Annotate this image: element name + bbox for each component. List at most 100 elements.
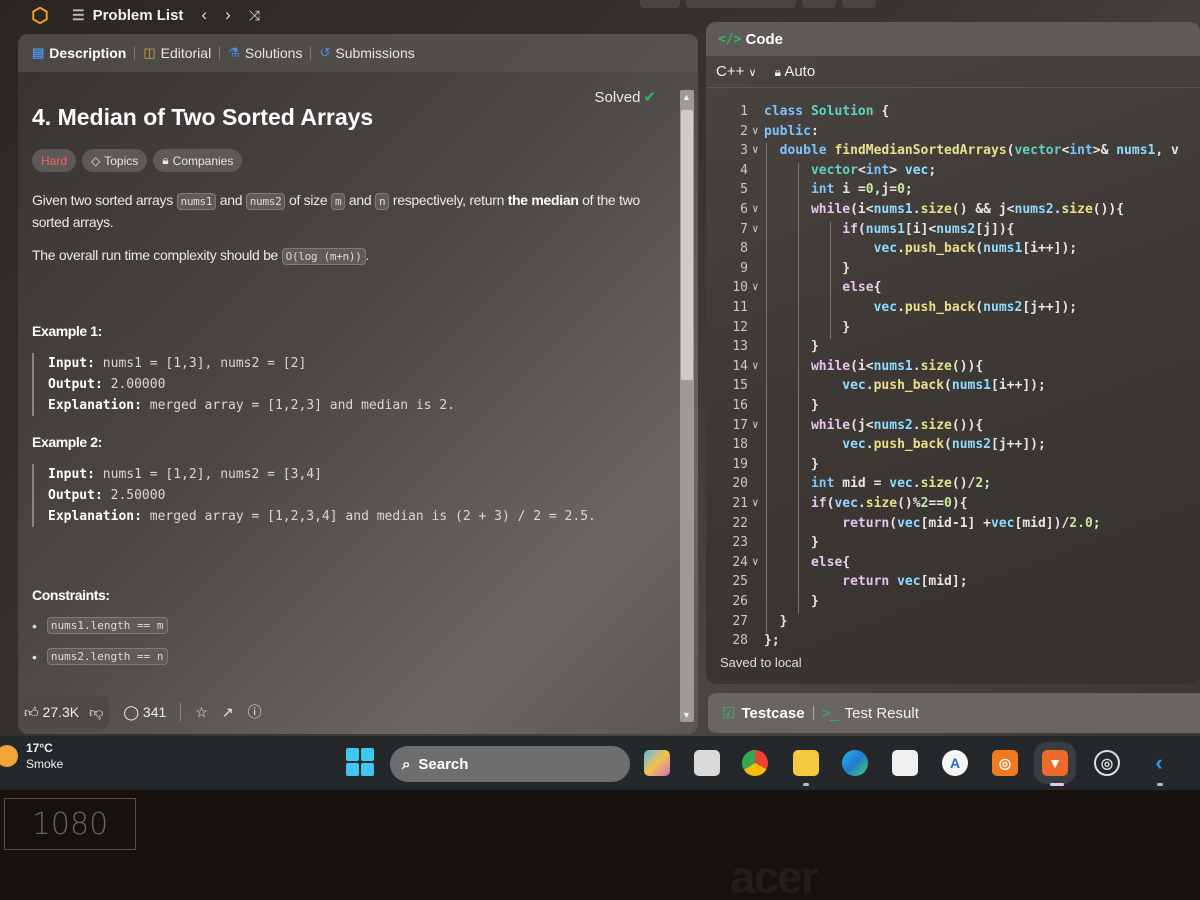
problem-title: 4. Median of Two Sorted Arrays bbox=[32, 104, 374, 130]
microsoft-store-icon[interactable] bbox=[892, 750, 918, 776]
line-number: 4 bbox=[740, 162, 748, 178]
next-problem-button[interactable]: › bbox=[225, 5, 231, 25]
code-line: vec.push_back(nums2[j++]); bbox=[873, 300, 1078, 315]
example-2-heading: Example 2: bbox=[32, 434, 102, 451]
scrollbar-thumb[interactable] bbox=[681, 110, 693, 380]
code-line: } bbox=[764, 456, 819, 472]
file-explorer-icon[interactable] bbox=[793, 750, 819, 776]
edge-icon[interactable] bbox=[842, 750, 868, 776]
code-editor[interactable]: 1 class Solution {2 ∨ public: 3 ∨ double find… bbox=[706, 94, 1200, 654]
code-line: vector<int> vec; bbox=[810, 162, 937, 178]
line-number: 20 bbox=[732, 476, 748, 492]
code-line: vec.push_back(nums1[i++]); bbox=[842, 378, 1046, 394]
line-number: 22 bbox=[732, 515, 748, 531]
fold-chevron-icon[interactable]: ∨ bbox=[752, 496, 759, 509]
line-number: 8 bbox=[740, 241, 748, 257]
line-number: 7 bbox=[740, 221, 748, 237]
brave-icon[interactable]: ▼ bbox=[1034, 742, 1076, 784]
tab-divider bbox=[310, 46, 312, 60]
flask-icon: ⚗ bbox=[228, 45, 240, 60]
task-view-icon[interactable] bbox=[694, 750, 720, 776]
question-circle-icon: ⓘ bbox=[247, 704, 262, 720]
comment-icon: ◯ bbox=[123, 703, 140, 720]
monitor-bezel bbox=[0, 790, 1200, 900]
tab-submissions[interactable]: ↺ Submissions bbox=[319, 45, 414, 61]
terminal-icon: >_ bbox=[821, 704, 839, 722]
active-indicator bbox=[1050, 783, 1064, 786]
obs-icon[interactable]: ◎ bbox=[1094, 750, 1120, 776]
test-panel-bar: ☑ Testcase >_ Test Result bbox=[708, 693, 1200, 733]
fold-chevron-icon[interactable]: ∨ bbox=[752, 143, 759, 156]
problem-statement: Given two sorted arrays nums1 and nums2 … bbox=[32, 192, 640, 230]
code-line: } bbox=[764, 339, 819, 355]
line-number: 28 bbox=[732, 633, 748, 649]
app-store-icon[interactable]: A bbox=[942, 750, 968, 776]
thumbs-up-icon: 👍︎ bbox=[24, 703, 39, 720]
problem-list-link[interactable]: ☰ Problem List bbox=[72, 7, 183, 24]
description-scrollbar[interactable]: ▲ ▼ bbox=[680, 90, 694, 722]
fold-chevron-icon[interactable]: ∨ bbox=[752, 555, 759, 568]
taskbar: 17°C Smoke ⌕ Search A ◎ ▼ ◎ ‹ bbox=[0, 736, 1200, 790]
share-button[interactable]: ↗ bbox=[222, 704, 234, 721]
help-button[interactable]: ⓘ bbox=[248, 702, 262, 722]
indent-guide bbox=[766, 143, 767, 634]
code-line: } bbox=[764, 535, 819, 551]
tab-testcase[interactable]: ☑ Testcase bbox=[722, 704, 805, 723]
weather-widget[interactable]: 17°C Smoke bbox=[0, 740, 63, 772]
companies-button[interactable]: 🔒︎ Companies bbox=[153, 149, 243, 172]
indent-guide bbox=[798, 162, 799, 614]
indent-guide bbox=[830, 221, 831, 340]
toolbar-button[interactable] bbox=[640, 0, 680, 8]
toolbar-button[interactable] bbox=[802, 0, 836, 8]
vscode-icon[interactable]: ‹ bbox=[1146, 750, 1172, 776]
tab-editorial[interactable]: ◫ Editorial bbox=[143, 45, 211, 61]
code-line: if(vec.size()%2==0){ bbox=[810, 496, 968, 511]
line-number: 2 bbox=[740, 123, 748, 139]
fold-chevron-icon[interactable]: ∨ bbox=[752, 124, 759, 137]
tab-test-result[interactable]: >_ Test Result bbox=[822, 705, 919, 722]
fold-chevron-icon[interactable]: ∨ bbox=[752, 202, 759, 215]
auto-mode[interactable]: 🔒︎ Auto bbox=[775, 63, 816, 80]
leetcode-logo[interactable]: ⬡ bbox=[30, 4, 50, 27]
shuffle-button[interactable]: ⤨ bbox=[249, 7, 260, 24]
inline-code: n bbox=[374, 193, 390, 210]
chrome-icon[interactable] bbox=[742, 750, 768, 776]
code-line: public: bbox=[764, 123, 819, 139]
editor-toolbar: C++ ∨ 🔒︎ Auto bbox=[706, 56, 1200, 88]
line-number: 5 bbox=[740, 182, 748, 198]
fold-chevron-icon[interactable]: ∨ bbox=[752, 418, 759, 431]
code-line: while(j<nums2.size()){ bbox=[810, 417, 984, 433]
line-number: 16 bbox=[732, 398, 748, 413]
prev-problem-button[interactable]: ‹ bbox=[201, 5, 207, 25]
brand-logo: acer bbox=[730, 851, 819, 900]
start-button[interactable] bbox=[346, 748, 374, 776]
taskbar-search[interactable]: ⌕ Search bbox=[390, 746, 630, 782]
topics-button[interactable]: ◇ Topics bbox=[82, 149, 148, 172]
example-1-block: Input: nums1 = [1,3], nums2 = [2] Output… bbox=[32, 353, 664, 417]
dislike-button[interactable]: 👎︎ bbox=[89, 704, 103, 721]
code-line: class Solution { bbox=[764, 104, 890, 119]
code-line: return vec[mid]; bbox=[842, 574, 968, 590]
search-icon: ⌕ bbox=[402, 755, 411, 773]
code-line: while(i<nums1.size() && j<nums2.size()){ bbox=[810, 202, 1125, 217]
fold-chevron-icon[interactable]: ∨ bbox=[752, 222, 759, 235]
code-line: while(i<nums1.size()){ bbox=[810, 358, 984, 374]
tab-description[interactable]: ▤ Description bbox=[32, 45, 126, 61]
comments-button[interactable]: ◯ 341 bbox=[123, 704, 166, 721]
code-line: else{ bbox=[842, 280, 882, 296]
top-toolbar bbox=[640, 0, 900, 12]
ubuntu-icon[interactable]: ◎ bbox=[992, 750, 1018, 776]
fold-chevron-icon[interactable]: ∨ bbox=[752, 280, 759, 293]
line-number: 13 bbox=[732, 339, 748, 355]
like-button[interactable]: 👍︎ 27.3K bbox=[24, 704, 79, 721]
fold-chevron-icon[interactable]: ∨ bbox=[752, 359, 759, 372]
toolbar-button[interactable] bbox=[842, 0, 876, 8]
check-circle-icon: ✔ bbox=[643, 89, 656, 106]
copilot-icon[interactable] bbox=[644, 750, 670, 776]
constraints-heading: Constraints: bbox=[32, 587, 110, 604]
favorite-button[interactable]: ☆ bbox=[195, 704, 208, 721]
language-select[interactable]: C++ ∨ bbox=[716, 63, 757, 80]
run-button[interactable] bbox=[686, 0, 796, 8]
tab-solutions[interactable]: ⚗ Solutions bbox=[228, 45, 302, 61]
scroll-up-arrow[interactable]: ▲ bbox=[682, 92, 691, 102]
